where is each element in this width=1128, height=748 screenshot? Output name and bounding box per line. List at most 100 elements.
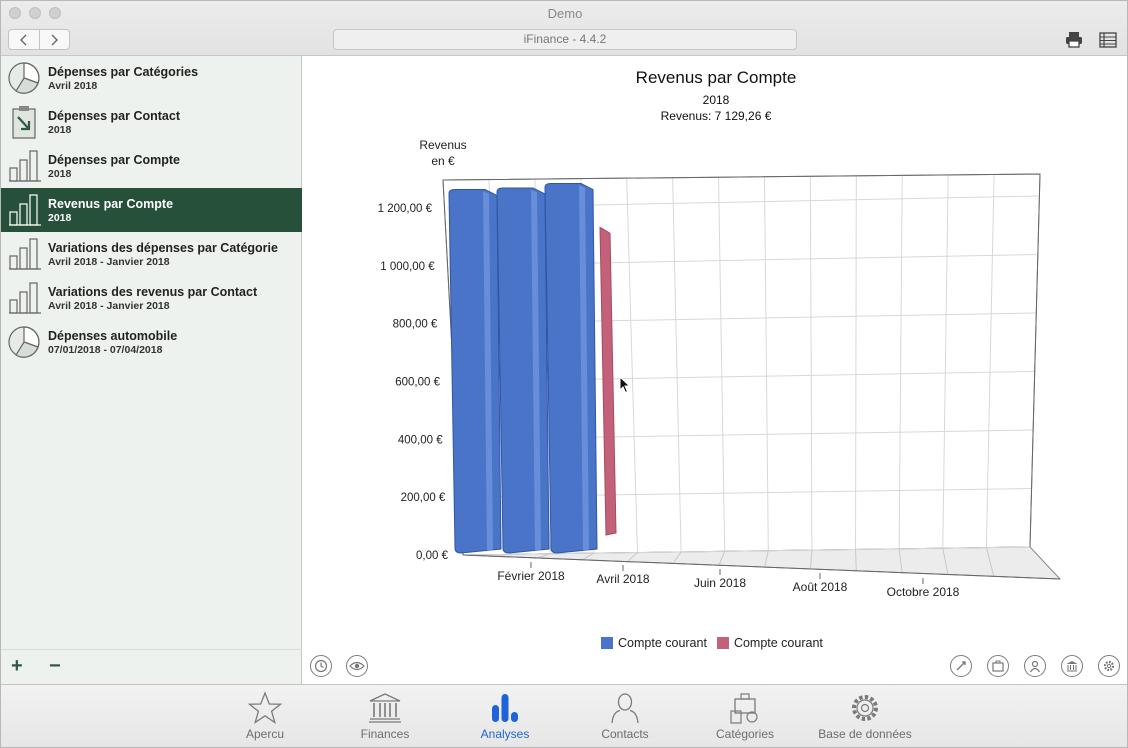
bar-chart: 0,00 € 200,00 € 400,00 € 600,00 € 800,00 € 1 … bbox=[378, 173, 1062, 599]
window-title: Demo bbox=[547, 6, 583, 21]
briefcase-button[interactable] bbox=[987, 655, 1009, 677]
sidebar-report-item[interactable]: Variations des revenus par Contact Avril … bbox=[1, 276, 302, 320]
tab-finances[interactable]: Finances bbox=[335, 691, 435, 741]
clipboard-icon bbox=[12, 106, 36, 139]
report-name: Dépenses automobile bbox=[48, 328, 178, 343]
report-name: Variations des dépenses par Catégorie bbox=[48, 240, 278, 255]
chevron-left-icon bbox=[19, 34, 27, 45]
report-name: Variations des revenus par Contact bbox=[48, 284, 258, 299]
address-field: iFinance - 4.4.2 bbox=[333, 29, 797, 50]
report-text: Dépenses par Contact 2018 bbox=[48, 109, 180, 136]
y-tick-label: 1 200,00 € bbox=[378, 203, 433, 215]
mouse-cursor bbox=[619, 375, 631, 399]
contact-button[interactable] bbox=[1024, 655, 1046, 677]
tag-button[interactable] bbox=[950, 655, 972, 677]
sidebar-report-item[interactable]: Dépenses par Catégories Avril 2018 bbox=[1, 56, 302, 100]
report-text: Variations des revenus par Contact Avril … bbox=[48, 285, 257, 312]
y-tick-label: 400,00 € bbox=[398, 434, 443, 446]
eye-icon bbox=[349, 661, 365, 671]
tab-analyses[interactable]: Analyses bbox=[455, 691, 555, 741]
history-button[interactable] bbox=[310, 655, 332, 677]
navigation-buttons bbox=[8, 29, 70, 50]
gear-icon bbox=[852, 695, 878, 721]
report-period: Avril 2018 bbox=[48, 79, 98, 92]
tab-label: Catégories bbox=[715, 727, 775, 741]
pie-chart-icon bbox=[8, 326, 40, 358]
back-button[interactable] bbox=[9, 30, 39, 49]
sidebar-report-item[interactable]: Revenus par Compte 2018 bbox=[1, 188, 302, 232]
report-period: Avril 2018 - Janvier 2018 bbox=[48, 255, 170, 268]
reports-sidebar: Dépenses par Catégories Avril 2018 Dépense… bbox=[1, 56, 302, 684]
x-tick-label: Octobre 2018 bbox=[887, 585, 960, 599]
bar-series-1 bbox=[544, 183, 598, 554]
sidebar-report-item[interactable]: Variations des dépenses par Catégorie Avr… bbox=[1, 232, 302, 276]
legend-swatch bbox=[716, 637, 729, 649]
chevron-right-icon bbox=[51, 34, 59, 45]
remove-report-button[interactable]: − bbox=[49, 656, 61, 676]
tab-label: Apercu bbox=[245, 727, 285, 741]
pie-chart-icon bbox=[8, 62, 40, 94]
bar-series-1 bbox=[496, 187, 550, 554]
settings-button[interactable] bbox=[1098, 655, 1120, 677]
report-name: Dépenses par Contact bbox=[48, 108, 180, 123]
y-tick-label: 800,00 € bbox=[393, 319, 438, 331]
bank-icon bbox=[1066, 661, 1078, 672]
tag-icon bbox=[956, 661, 966, 671]
list-icon[interactable] bbox=[1098, 31, 1118, 49]
x-tick-label: Avril 2018 bbox=[596, 572, 649, 586]
report-text: Variations des dépenses par Catégorie Avr… bbox=[48, 241, 278, 268]
add-report-button[interactable]: + bbox=[11, 656, 23, 676]
bar-chart-icon bbox=[9, 282, 41, 314]
chart-legend: Compte courant Compte courant bbox=[601, 636, 833, 650]
sidebar-report-item[interactable]: Dépenses automobile 07/01/2018 - 07/04/20… bbox=[1, 320, 302, 364]
legend-entry: Compte courant bbox=[601, 636, 707, 650]
categories-icon bbox=[730, 693, 758, 724]
tab-label: Contacts bbox=[601, 727, 649, 741]
app-window: Demo iFinance - 4.4.2 Dépenses par Catég… bbox=[0, 0, 1128, 748]
report-text: Dépenses par Catégories Avril 2018 bbox=[48, 65, 198, 92]
gear-icon bbox=[1103, 660, 1115, 672]
legend-label: Compte courant bbox=[733, 636, 823, 650]
bar-chart-icon bbox=[9, 150, 41, 182]
y-tick-label: 0,00 € bbox=[416, 550, 449, 562]
forward-button[interactable] bbox=[38, 30, 70, 49]
y-tick-label: 1 000,00 € bbox=[380, 261, 435, 273]
person-icon bbox=[611, 693, 639, 724]
report-view: Revenus par Compte 2018 Revenus: 7 129,2… bbox=[303, 56, 1127, 684]
clock-icon bbox=[314, 659, 328, 673]
report-text: Dépenses par Compte 2018 bbox=[48, 153, 180, 180]
x-tick-label: Février 2018 bbox=[497, 569, 565, 583]
tab-bar: Apercu Finances Analyses Contacts Catégo… bbox=[1, 684, 1127, 747]
tab-base-de-donnees[interactable]: Base de données bbox=[815, 691, 915, 741]
tab-categories[interactable]: Catégories bbox=[695, 691, 795, 741]
y-tick-label: 600,00 € bbox=[395, 377, 440, 389]
star-icon bbox=[247, 691, 283, 725]
report-name: Revenus par Compte bbox=[48, 196, 174, 211]
report-period: 2018 bbox=[48, 123, 72, 136]
report-text: Revenus par Compte 2018 bbox=[48, 197, 173, 224]
sidebar-footer: + − bbox=[1, 649, 302, 684]
printer-icon[interactable] bbox=[1064, 31, 1084, 49]
sidebar-report-item[interactable]: Dépenses par Compte 2018 bbox=[1, 144, 302, 188]
report-period: 2018 bbox=[48, 211, 72, 224]
bar-series-1 bbox=[448, 188, 502, 554]
tab-apercu[interactable]: Apercu bbox=[215, 691, 315, 741]
x-tick-label: Juin 2018 bbox=[694, 576, 746, 590]
tab-label: Finances bbox=[360, 727, 410, 741]
report-name: Dépenses par Catégories bbox=[48, 64, 199, 79]
bank-icon bbox=[369, 693, 401, 723]
legend-swatch bbox=[601, 637, 613, 649]
sidebar-report-item[interactable]: Dépenses par Contact 2018 bbox=[1, 100, 302, 144]
bar-chart-icon bbox=[492, 694, 518, 722]
report-period: Avril 2018 - Janvier 2018 bbox=[48, 299, 170, 312]
x-tick-label: Août 2018 bbox=[793, 580, 848, 594]
preview-button[interactable] bbox=[346, 655, 368, 677]
bank-button[interactable] bbox=[1061, 655, 1083, 677]
report-period: 2018 bbox=[48, 167, 72, 180]
legend-label: Compte courant bbox=[618, 636, 707, 650]
legend-entry: Compte courant bbox=[716, 636, 823, 650]
bar-chart-icon bbox=[9, 238, 41, 270]
y-tick-label: 200,00 € bbox=[401, 492, 446, 504]
briefcase-icon bbox=[992, 660, 1004, 672]
tab-contacts[interactable]: Contacts bbox=[575, 691, 675, 741]
